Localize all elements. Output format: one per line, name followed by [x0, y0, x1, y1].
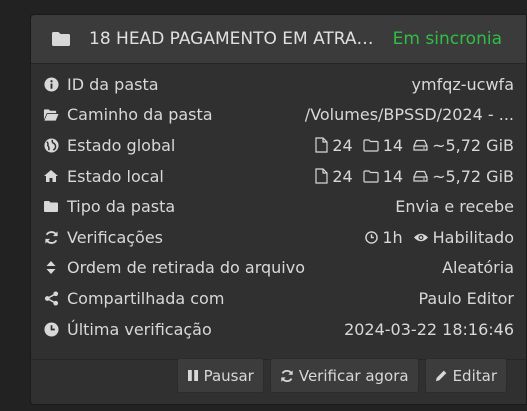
- watcher-status: Habilitado: [413, 228, 514, 247]
- edit-button[interactable]: Editar: [424, 358, 507, 393]
- folder-outline-icon: [363, 169, 379, 183]
- globe-icon: [43, 137, 59, 153]
- pull-order-value: Aleatória: [442, 258, 514, 278]
- folder-count: 14: [363, 136, 403, 155]
- row-rescans: Verificações 1h Habilitado: [31, 222, 526, 253]
- row-label: Caminho da pasta: [67, 105, 213, 125]
- sync-status: Em sincronia: [392, 29, 502, 49]
- folder-id-value[interactable]: ymfqz-ucwfa: [412, 75, 514, 94]
- folder-icon: [43, 199, 59, 215]
- file-count: 24: [315, 136, 353, 155]
- row-pull-order: Ordem de retirada do arquivo Aleatória: [31, 253, 526, 284]
- local-state-value: 24 14 ~5,72 GiB: [315, 167, 514, 186]
- file-icon: [315, 168, 328, 184]
- action-buttons: Pausar Verificar agora Editar: [176, 358, 507, 393]
- row-shared-with: Compartilhada com Paulo Editor: [31, 283, 526, 314]
- pencil-icon: [435, 370, 446, 382]
- rescan-button[interactable]: Verificar agora: [269, 358, 419, 393]
- shared-with-value[interactable]: Paulo Editor: [418, 289, 514, 308]
- folder-title: 18 HEAD PAGAMENTO EM ATRASO: [89, 29, 379, 49]
- pause-button[interactable]: Pausar: [176, 358, 264, 393]
- row-label: Estado global: [67, 135, 176, 155]
- row-last-scan: Última verificação 2024-03-22 18:16:46: [31, 314, 526, 345]
- clock-icon: [365, 230, 379, 244]
- folder-icon: [52, 32, 70, 46]
- row-local-state: Estado local 24 14 ~5,72 GiB: [31, 161, 526, 192]
- file-count: 24: [315, 167, 353, 186]
- row-label: Última verificação: [67, 319, 212, 339]
- folder-count: 14: [363, 167, 403, 186]
- row-label: Verificações: [67, 227, 164, 247]
- folder-open-icon: [43, 107, 59, 123]
- global-state-value: 24 14 ~5,72 GiB: [315, 136, 514, 155]
- refresh-icon: [43, 229, 59, 245]
- rescan-interval: 1h: [365, 228, 403, 247]
- hdd-icon: [413, 170, 428, 182]
- pause-icon: [187, 370, 198, 381]
- info-icon: [43, 76, 59, 92]
- folder-type-value: Envia e recebe: [395, 197, 514, 217]
- rescans-value: 1h Habilitado: [365, 228, 514, 247]
- row-folder-path: Caminho da pasta /Volumes/BPSSD/2024 - .…: [31, 100, 526, 131]
- size-total: ~5,72 GiB: [413, 167, 514, 186]
- eye-icon: [413, 233, 428, 242]
- row-label: Tipo da pasta: [67, 197, 176, 217]
- row-folder-id: ID da pasta ymfqz-ucwfa: [31, 69, 526, 100]
- refresh-icon: [281, 369, 293, 382]
- row-folder-type: Tipo da pasta Envia e recebe: [31, 191, 526, 222]
- file-icon: [315, 137, 328, 154]
- folder-panel: 18 HEAD PAGAMENTO EM ATRASO Em sincronia…: [30, 14, 527, 405]
- folder-panel-header[interactable]: 18 HEAD PAGAMENTO EM ATRASO Em sincronia: [31, 15, 526, 64]
- last-scan-value: 2024-03-22 18:16:46: [344, 319, 514, 339]
- row-label: Compartilhada com: [67, 288, 225, 308]
- sort-icon: [43, 260, 59, 276]
- row-label: Estado local: [67, 166, 164, 186]
- row-label: ID da pasta: [67, 74, 159, 94]
- row-label: Ordem de retirada do arquivo: [67, 258, 305, 278]
- folder-outline-icon: [363, 139, 379, 152]
- home-icon: [43, 168, 59, 184]
- hdd-icon: [413, 140, 428, 152]
- share-icon: [43, 290, 59, 306]
- size-total: ~5,72 GiB: [413, 136, 514, 155]
- clock-icon: [43, 321, 59, 337]
- row-global-state: Estado global 24 14 ~5,72 GiB: [31, 130, 526, 161]
- folder-path-value[interactable]: /Volumes/BPSSD/2024 - ...: [305, 105, 514, 124]
